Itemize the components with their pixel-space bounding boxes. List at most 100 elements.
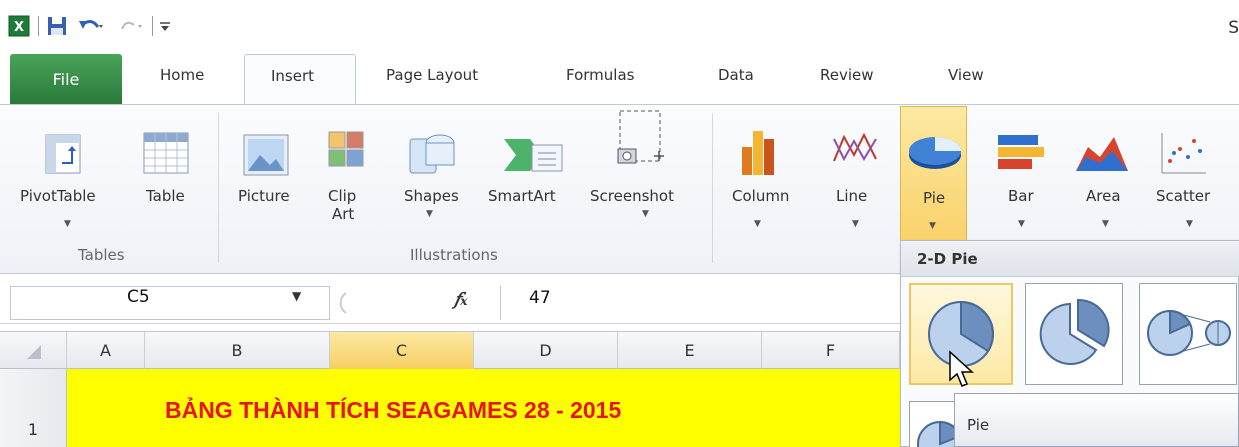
shapes-button[interactable]: Shapes ▼	[396, 105, 466, 240]
select-all-corner[interactable]	[0, 332, 67, 369]
excel-logo-icon[interactable]: X	[8, 14, 30, 38]
name-box-dropdown-icon[interactable]: ▼	[292, 289, 301, 303]
dropdown-arrow-icon: ▼	[1018, 219, 1025, 229]
pivottable-label: PivotTable	[20, 187, 96, 205]
pie-option-bar-of-pie[interactable]	[909, 401, 959, 447]
bar-chart-icon	[998, 135, 1044, 169]
formula-bar-splitter-icon[interactable]	[326, 289, 356, 317]
smartart-button[interactable]: SmartArt	[488, 105, 578, 240]
pivottable-icon	[45, 134, 81, 174]
bar-chart-button[interactable]: Bar ▼	[992, 105, 1052, 240]
scatter-chart-icon	[1161, 133, 1206, 174]
screenshot-label: Screenshot	[590, 187, 674, 205]
picture-icon	[243, 134, 289, 176]
group-label-tables: Tables	[78, 246, 125, 264]
pie-option-exploded-pie[interactable]	[1025, 283, 1123, 385]
dropdown-section-header: 2-D Pie	[901, 241, 1239, 277]
column-header-c[interactable]: C	[330, 332, 474, 369]
shapes-icon	[409, 134, 455, 174]
pie-chart-label: Pie	[923, 189, 946, 207]
dropdown-arrow-icon: ▼	[1186, 219, 1193, 229]
scatter-chart-button[interactable]: Scatter ▼	[1152, 105, 1232, 240]
ribbon-tabs: File Home Insert Page Layout Formulas Da…	[0, 52, 1239, 108]
tab-review[interactable]: Review	[820, 66, 874, 84]
redo-icon[interactable]	[116, 14, 148, 38]
dropdown-arrow-icon: ▼	[426, 209, 433, 219]
dropdown-arrow-icon: ▼	[754, 219, 761, 229]
dropdown-arrow-icon: ▼	[929, 221, 936, 231]
pie-of-pie-icon	[1147, 309, 1231, 356]
screenshot-icon	[617, 110, 664, 164]
tooltip-text: Pie	[967, 416, 990, 434]
column-header-d[interactable]: D	[474, 332, 618, 369]
pie-chart-icon	[909, 137, 961, 169]
picture-label: Picture	[238, 187, 290, 205]
row-1: 1 BẢNG THÀNH TÍCH SEAGAMES 28 - 2015	[0, 369, 900, 447]
column-header-f[interactable]: F	[762, 332, 900, 369]
row-header-1[interactable]: 1	[0, 369, 67, 447]
quick-access-toolbar: X S	[0, 0, 1239, 48]
sheet-title-text: BẢNG THÀNH TÍCH SEAGAMES 28 - 2015	[165, 397, 622, 423]
tab-home[interactable]: Home	[160, 66, 204, 84]
clipart-button[interactable]: Clip Art	[320, 105, 370, 240]
name-box-value: C5	[127, 287, 150, 307]
svg-text:X: X	[14, 20, 24, 35]
column-chart-label: Column	[732, 187, 790, 205]
name-box[interactable]	[10, 286, 330, 320]
pivottable-button[interactable]: PivotTable ▼	[14, 105, 114, 240]
picture-button[interactable]: Picture	[228, 105, 308, 240]
column-chart-button[interactable]: Column ▼	[722, 105, 792, 240]
column-header-a[interactable]: A	[67, 332, 145, 369]
line-chart-icon	[833, 132, 877, 162]
exploded-pie-icon	[1039, 298, 1110, 365]
shapes-label: Shapes	[404, 187, 459, 205]
tab-formulas[interactable]: Formulas	[566, 66, 634, 84]
pie-option-pie-of-pie[interactable]	[1139, 283, 1237, 385]
dropdown-arrow-icon: ▼	[64, 219, 71, 229]
table-label: Table	[146, 187, 185, 205]
tab-data[interactable]: Data	[718, 66, 754, 84]
smartart-icon	[504, 139, 563, 172]
formula-bar: C5 ▼ 𝑓x 47	[0, 280, 900, 324]
area-chart-button[interactable]: Area ▼	[1072, 105, 1142, 240]
bar-of-pie-icon	[917, 420, 958, 447]
screenshot-button[interactable]: Screenshot ▼	[590, 105, 700, 240]
formula-value: 47	[529, 288, 551, 308]
formula-input[interactable]	[500, 286, 900, 320]
group-label-illustrations: Illustrations	[410, 246, 498, 264]
save-icon[interactable]	[46, 14, 68, 38]
area-chart-label: Area	[1086, 187, 1121, 205]
tab-page-layout[interactable]: Page Layout	[386, 66, 478, 84]
mouse-cursor-icon	[949, 350, 974, 387]
section-title-2d-pie: 2-D Pie	[917, 250, 978, 268]
insert-function-icon[interactable]: 𝑓x	[454, 290, 467, 310]
line-chart-label: Line	[836, 187, 868, 205]
pie-chart-button[interactable]: Pie ▼	[900, 106, 967, 243]
column-header-bar: A B C D E F	[0, 331, 900, 369]
clipart-label-1: Clip	[328, 187, 357, 205]
column-header-e[interactable]: E	[618, 332, 762, 369]
clipart-icon	[328, 131, 364, 167]
area-chart-icon	[1076, 137, 1128, 171]
undo-icon[interactable]	[78, 14, 104, 38]
customize-toolbar-icon[interactable]	[158, 14, 172, 38]
column-chart-icon	[742, 131, 774, 175]
pie-tooltip: Pie	[954, 393, 1239, 447]
smartart-label: SmartArt	[488, 187, 556, 205]
toolbar-divider	[150, 14, 154, 38]
window-title: S	[1228, 18, 1239, 38]
line-chart-button[interactable]: Line ▼	[822, 105, 892, 240]
tab-view[interactable]: View	[948, 66, 984, 84]
toolbar-divider	[36, 14, 40, 38]
scatter-chart-label: Scatter	[1156, 187, 1211, 205]
tab-insert[interactable]: Insert	[244, 54, 356, 108]
clipart-label-2: Art	[332, 205, 355, 223]
table-button[interactable]: Table	[132, 105, 202, 240]
tab-file[interactable]: File	[10, 54, 122, 104]
dropdown-arrow-icon: ▼	[1102, 219, 1109, 229]
column-header-b[interactable]: B	[145, 332, 330, 369]
dropdown-arrow-icon: ▼	[852, 219, 859, 229]
dropdown-arrow-icon: ▼	[642, 209, 649, 219]
tab-insert-label: Insert	[271, 67, 315, 85]
group-separator	[218, 113, 219, 263]
